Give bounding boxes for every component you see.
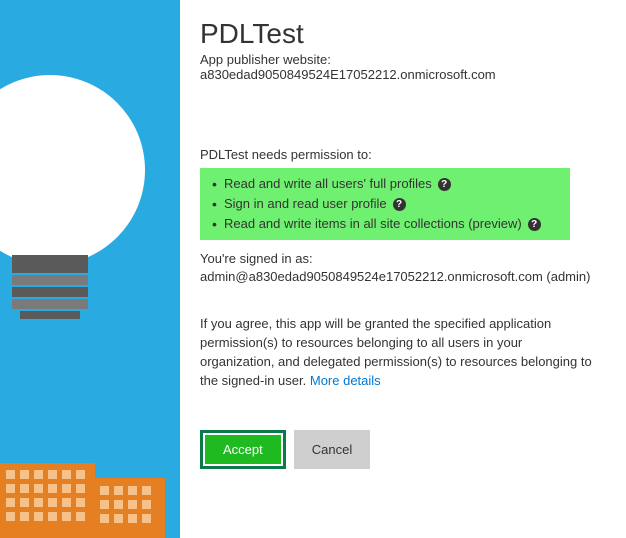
decorative-sidebar: [0, 0, 180, 538]
permissions-heading: PDLTest needs permission to:: [200, 147, 610, 162]
permission-item: Read and write all users' full profiles?: [224, 174, 562, 194]
publisher-label: App publisher website:: [200, 52, 610, 67]
publisher-value: a830edad9050849524E17052212.onmicrosoft.…: [200, 67, 610, 82]
cancel-button[interactable]: Cancel: [294, 430, 370, 469]
signed-in-block: You're signed in as: admin@a830edad90508…: [200, 250, 610, 286]
app-title: PDLTest: [200, 18, 610, 50]
permissions-list: Read and write all users' full profiles?…: [200, 168, 570, 240]
signed-in-value: admin@a830edad9050849524e17052212.onmicr…: [200, 268, 610, 286]
consent-panel: PDLTest App publisher website: a830edad9…: [200, 18, 610, 469]
signed-in-label: You're signed in as:: [200, 250, 610, 268]
buildings-icon: [0, 458, 180, 538]
lightbulb-icon: [0, 60, 180, 380]
help-icon[interactable]: ?: [393, 198, 406, 211]
accept-highlight: Accept: [200, 430, 286, 469]
help-icon[interactable]: ?: [438, 178, 451, 191]
permission-item: Read and write items in all site collect…: [224, 214, 562, 234]
agreement-text: If you agree, this app will be granted t…: [200, 314, 595, 390]
more-details-link[interactable]: More details: [310, 373, 381, 388]
accept-button[interactable]: Accept: [205, 435, 281, 464]
button-row: Accept Cancel: [200, 430, 610, 469]
help-icon[interactable]: ?: [528, 218, 541, 231]
permission-item: Sign in and read user profile?: [224, 194, 562, 214]
